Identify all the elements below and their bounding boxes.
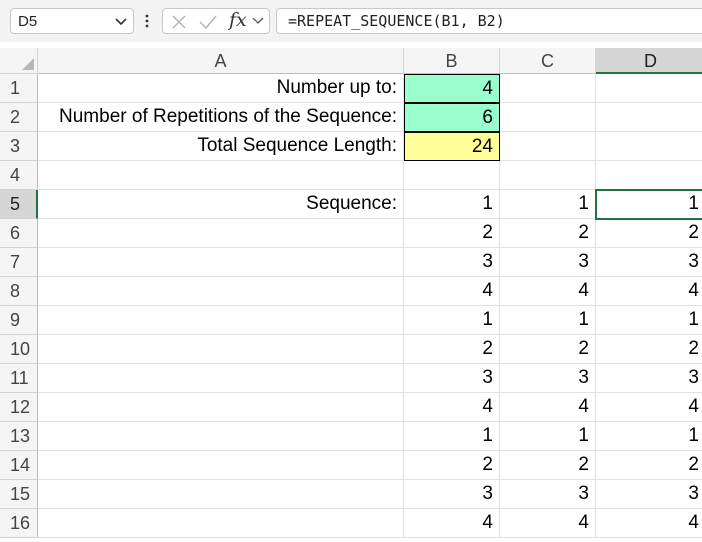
cell-c10[interactable]: 2 [500, 335, 596, 364]
row-header-14[interactable]: 14 [0, 451, 38, 480]
cell-b7[interactable]: 3 [404, 248, 500, 277]
cell-b14[interactable]: 2 [404, 451, 500, 480]
cell-c1[interactable] [500, 74, 596, 103]
cell-d2[interactable] [596, 103, 702, 132]
cell-d3[interactable] [596, 132, 702, 161]
row-header-15[interactable]: 15 [0, 480, 38, 509]
cell-d9[interactable]: 1 [596, 306, 702, 335]
formula-buttons: fx [162, 8, 270, 34]
cell-c9[interactable]: 1 [500, 306, 596, 335]
row-header-1[interactable]: 1 [0, 74, 38, 103]
row-header-12[interactable]: 12 [0, 393, 38, 422]
row-header-5[interactable]: 5 [0, 190, 38, 219]
select-all-corner[interactable] [0, 48, 38, 74]
cell-a9[interactable] [38, 306, 404, 335]
chevron-down-icon[interactable] [251, 14, 265, 28]
cell-a15[interactable] [38, 480, 404, 509]
cell-d1[interactable] [596, 74, 702, 103]
cell-a11[interactable] [38, 364, 404, 393]
cell-a2[interactable]: Number of Repetitions of the Sequence: [38, 103, 404, 132]
cell-a3[interactable]: Total Sequence Length: [38, 132, 404, 161]
row-header-7[interactable]: 7 [0, 248, 38, 277]
cell-d7[interactable]: 3 [596, 248, 702, 277]
cell-b8[interactable]: 4 [404, 277, 500, 306]
name-box[interactable]: D5 [10, 8, 134, 34]
cell-a10[interactable] [38, 335, 404, 364]
formula-bar-area: D5 fx =REPEAT_SEQUENCE(B1, B2) [0, 0, 702, 42]
cell-d14[interactable]: 2 [596, 451, 702, 480]
insert-function-icon[interactable]: fx [229, 9, 247, 31]
cell-c11[interactable]: 3 [500, 364, 596, 393]
cell-c13[interactable]: 1 [500, 422, 596, 451]
cell-c14[interactable]: 2 [500, 451, 596, 480]
cell-c5[interactable]: 1 [500, 190, 596, 219]
cell-b11[interactable]: 3 [404, 364, 500, 393]
cell-b5[interactable]: 1 [404, 190, 500, 219]
cell-c8[interactable]: 4 [500, 277, 596, 306]
column-headers: A B C D [0, 48, 702, 74]
cell-a4[interactable] [38, 161, 404, 190]
cell-c6[interactable]: 2 [500, 219, 596, 248]
cell-c2[interactable] [500, 103, 596, 132]
row-header-9[interactable]: 9 [0, 306, 38, 335]
cell-b10[interactable]: 2 [404, 335, 500, 364]
row-header-16[interactable]: 16 [0, 509, 38, 538]
cell-a7[interactable] [38, 248, 404, 277]
cell-a1[interactable]: Number up to: [38, 74, 404, 103]
chevron-down-icon[interactable] [113, 12, 129, 30]
cell-b16[interactable]: 4 [404, 509, 500, 538]
cell-a6[interactable] [38, 219, 404, 248]
cell-a16[interactable] [38, 509, 404, 538]
cell-a13[interactable] [38, 422, 404, 451]
enter-check-icon[interactable] [197, 12, 219, 32]
column-header-d[interactable]: D [596, 48, 702, 74]
cell-c16[interactable]: 4 [500, 509, 596, 538]
formula-input[interactable]: =REPEAT_SEQUENCE(B1, B2) [276, 8, 702, 34]
cell-d10[interactable]: 2 [596, 335, 702, 364]
name-box-value: D5 [18, 13, 38, 30]
cell-d12[interactable]: 4 [596, 393, 702, 422]
cell-a5[interactable]: Sequence: [38, 190, 404, 219]
cell-a12[interactable] [38, 393, 404, 422]
row-header-2[interactable]: 2 [0, 103, 38, 132]
cell-a14[interactable] [38, 451, 404, 480]
row-header-6[interactable]: 6 [0, 219, 38, 248]
cell-d11[interactable]: 3 [596, 364, 702, 393]
cell-c15[interactable]: 3 [500, 480, 596, 509]
cell-c4[interactable] [500, 161, 596, 190]
cell-c3[interactable] [500, 132, 596, 161]
cell-d16[interactable]: 4 [596, 509, 702, 538]
row-header-4[interactable]: 4 [0, 161, 38, 190]
cell-c7[interactable]: 3 [500, 248, 596, 277]
cell-d8[interactable]: 4 [596, 277, 702, 306]
more-options-icon[interactable] [144, 12, 150, 30]
column-header-b[interactable]: B [404, 48, 500, 74]
cell-b3[interactable]: 24 [404, 132, 500, 161]
row-header-10[interactable]: 10 [0, 335, 38, 364]
cell-b13[interactable]: 1 [404, 422, 500, 451]
cell-b1[interactable]: 4 [404, 74, 500, 103]
row-header-11[interactable]: 11 [0, 364, 38, 393]
cell-b6[interactable]: 2 [404, 219, 500, 248]
cell-b4[interactable] [404, 161, 500, 190]
row-header-3[interactable]: 3 [0, 132, 38, 161]
cell-b2[interactable]: 6 [404, 103, 500, 132]
cell-d15[interactable]: 3 [596, 480, 702, 509]
cell-c12[interactable]: 4 [500, 393, 596, 422]
cell-d13[interactable]: 1 [596, 422, 702, 451]
cell-b15[interactable]: 3 [404, 480, 500, 509]
cell-d6[interactable]: 2 [596, 219, 702, 248]
cell-d5[interactable]: 1 [596, 190, 702, 219]
column-header-c[interactable]: C [500, 48, 596, 74]
row-header-8[interactable]: 8 [0, 277, 38, 306]
cell-d4[interactable] [596, 161, 702, 190]
cell-b9[interactable]: 1 [404, 306, 500, 335]
cell-b12[interactable]: 4 [404, 393, 500, 422]
row-header-13[interactable]: 13 [0, 422, 38, 451]
cancel-icon[interactable] [169, 12, 189, 32]
column-header-a[interactable]: A [38, 48, 404, 74]
cell-a8[interactable] [38, 277, 404, 306]
